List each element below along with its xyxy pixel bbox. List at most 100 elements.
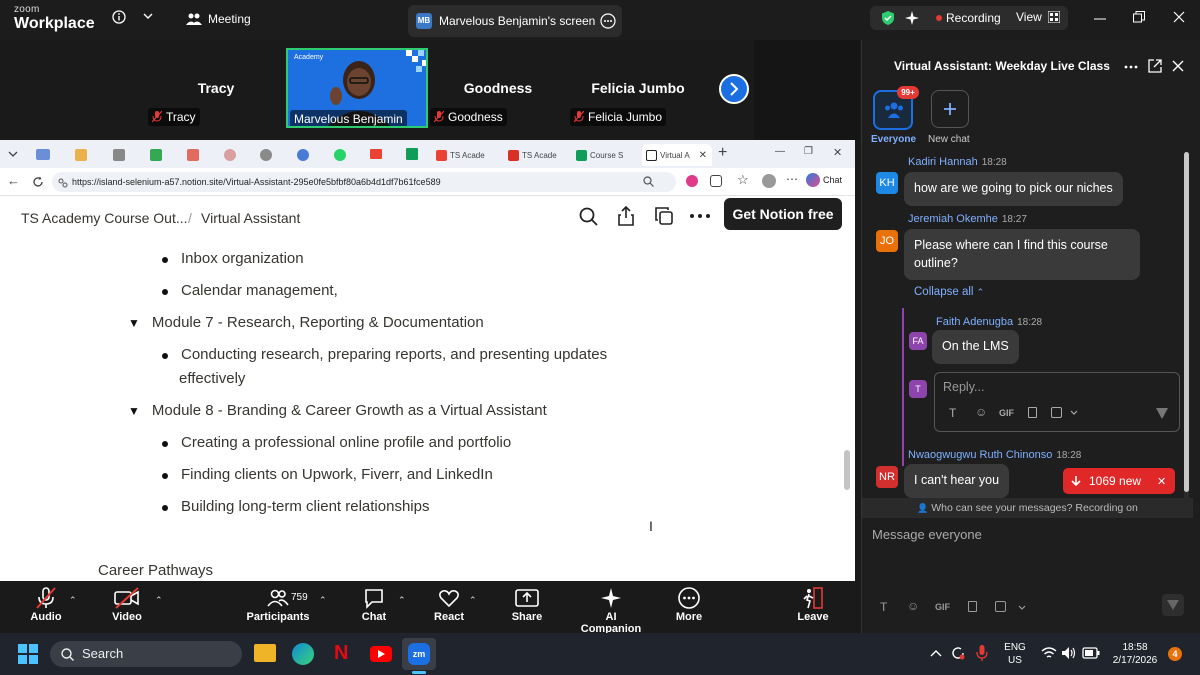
send-button[interactable] — [1162, 594, 1184, 616]
taskbar-search[interactable]: Search — [50, 641, 242, 667]
dismiss-icon[interactable]: ✕ — [1157, 475, 1166, 488]
audio-options-caret[interactable]: ⌃ — [69, 595, 77, 606]
emoji-icon[interactable]: ☺ — [975, 405, 987, 419]
screenshot-icon[interactable] — [1051, 407, 1062, 418]
meeting-info-button[interactable] — [112, 10, 126, 24]
file-icon[interactable] — [968, 601, 977, 612]
chat-scroll-thumb[interactable] — [1184, 152, 1189, 492]
extension-icon[interactable] — [710, 175, 722, 187]
message-input[interactable]: Message everyone — [872, 527, 982, 542]
breadcrumb-current[interactable]: Virtual Assistant — [201, 210, 300, 226]
notification-badge[interactable]: 4 — [1168, 647, 1182, 661]
chevron-down-icon[interactable] — [8, 150, 18, 158]
edge-icon[interactable] — [292, 643, 314, 665]
back-arrow-icon[interactable]: ← — [7, 173, 20, 188]
battery-icon[interactable] — [1082, 647, 1100, 659]
toggle-arrow-icon[interactable]: ▼ — [128, 316, 140, 330]
chevron-down-icon[interactable] — [1018, 605, 1026, 611]
gif-button[interactable]: GIF — [935, 602, 950, 612]
video-options-caret[interactable]: ⌃ — [155, 595, 163, 606]
site-info-icon[interactable] — [58, 178, 68, 188]
windows-start-icon[interactable] — [18, 644, 38, 664]
tab-favicon[interactable] — [297, 149, 309, 161]
chevron-up-icon[interactable] — [930, 649, 942, 657]
screenshot-icon[interactable] — [995, 601, 1006, 612]
compose-area[interactable]: Message everyone T ☺ GIF — [862, 518, 1200, 633]
pop-out-icon[interactable] — [1148, 59, 1162, 73]
browser-close[interactable]: ✕ — [833, 146, 842, 159]
get-notion-free-button[interactable]: Get Notion free — [724, 198, 842, 230]
language-indicator[interactable]: ENG US — [1002, 641, 1028, 667]
browser-tab[interactable]: TS Acade — [432, 144, 492, 166]
new-messages-button[interactable]: 1069 new ✕ — [1063, 468, 1175, 494]
ai-companion-button[interactable]: AI Companion — [574, 587, 648, 635]
more-button[interactable]: More — [672, 587, 706, 623]
minimize-icon[interactable] — [1094, 13, 1106, 25]
sync-icon[interactable] — [950, 645, 966, 661]
browser-tab-active[interactable]: Virtual A ✕ — [642, 144, 712, 166]
audio-button[interactable]: Audio — [28, 587, 64, 623]
more-options-icon[interactable] — [1124, 65, 1138, 69]
netflix-icon[interactable]: N — [334, 642, 348, 665]
copilot-chat-button[interactable]: Chat — [806, 173, 842, 187]
more-options-icon[interactable] — [600, 13, 616, 29]
share-button[interactable]: Share — [510, 587, 544, 623]
emoji-icon[interactable]: ☺ — [907, 599, 919, 613]
new-chat-button[interactable] — [931, 90, 969, 128]
wifi-icon[interactable] — [1041, 646, 1057, 660]
chevron-down-icon[interactable] — [1070, 410, 1078, 416]
info-dropdown[interactable] — [143, 12, 153, 20]
breadcrumb-parent[interactable]: TS Academy Course Out... — [21, 210, 188, 226]
search-icon[interactable] — [579, 207, 598, 226]
youtube-icon[interactable] — [370, 646, 392, 662]
tab-favicon[interactable] — [260, 149, 272, 161]
chat-button[interactable]: Chat — [358, 587, 390, 623]
share-icon[interactable] — [618, 206, 634, 226]
shared-screen-tab[interactable]: MB Marvelous Benjamin's screen — [408, 5, 622, 37]
tab-favicon[interactable] — [187, 149, 199, 161]
duplicate-icon[interactable] — [655, 207, 673, 225]
tab-favicon[interactable] — [334, 149, 346, 161]
react-options-caret[interactable]: ⌃ — [469, 595, 477, 606]
send-icon[interactable] — [1155, 406, 1169, 420]
gif-button[interactable]: GIF — [999, 408, 1014, 418]
text-format-icon[interactable]: T — [949, 406, 956, 420]
zoom-icon[interactable] — [643, 176, 654, 187]
file-icon[interactable] — [1028, 407, 1037, 418]
video-button[interactable]: Video — [108, 587, 146, 623]
gmail-favicon[interactable] — [370, 149, 382, 159]
message-bubble[interactable]: On the LMS — [932, 330, 1019, 364]
reply-input[interactable]: Reply... T ☺ GIF — [934, 372, 1180, 432]
browser-minimize[interactable]: — — [775, 146, 785, 157]
more-icon[interactable] — [690, 214, 710, 218]
browser-tab[interactable]: TS Acade — [504, 144, 564, 166]
tab-favicon[interactable] — [36, 149, 50, 160]
recording-label[interactable]: Recording — [946, 11, 1001, 25]
sheets-favicon[interactable] — [406, 148, 418, 160]
tab-favicon[interactable] — [75, 149, 87, 161]
tab-favicon[interactable] — [150, 149, 162, 161]
toggle-module-7[interactable]: ▼ Module 7 - Research, Reporting & Docume… — [128, 314, 484, 331]
close-icon[interactable] — [1173, 11, 1185, 23]
new-tab-button[interactable]: + — [718, 144, 727, 162]
extension-icon[interactable] — [686, 175, 698, 187]
collapse-all-link[interactable]: Collapse all ⌃ — [914, 286, 984, 298]
close-icon[interactable] — [1172, 60, 1184, 72]
file-explorer-icon[interactable] — [254, 644, 276, 662]
clock[interactable]: 18:58 2/17/2026 — [1104, 641, 1166, 667]
text-format-icon[interactable]: T — [880, 600, 887, 614]
toggle-arrow-icon[interactable]: ▼ — [128, 404, 140, 418]
toggle-module-8[interactable]: ▼ Module 8 - Branding & Career Growth as … — [128, 402, 547, 419]
zoom-taskbar-button[interactable]: zm — [402, 638, 436, 670]
leave-button[interactable]: Leave — [796, 587, 830, 623]
react-button[interactable]: React — [432, 587, 466, 623]
privacy-notice[interactable]: 👤 Who can see your messages? Recording o… — [862, 498, 1193, 518]
tab-favicon[interactable] — [113, 149, 125, 161]
active-speaker-video[interactable]: Academy Marvelous Benjamin — [286, 48, 428, 128]
browser-tab[interactable]: Course S — [572, 144, 638, 166]
next-page-button[interactable] — [719, 74, 749, 104]
tab-favicon[interactable] — [224, 149, 236, 161]
volume-icon[interactable] — [1061, 646, 1077, 660]
favorites-icon[interactable]: ☆ — [737, 172, 749, 188]
browser-restore[interactable]: ❐ — [804, 146, 813, 157]
